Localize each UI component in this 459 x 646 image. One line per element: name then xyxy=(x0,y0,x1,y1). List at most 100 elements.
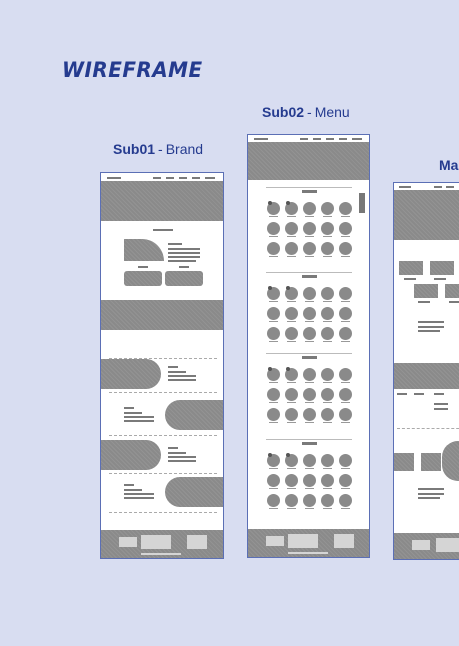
menu-item-image-placeholder[interactable] xyxy=(339,327,352,340)
menu-item-image-placeholder[interactable] xyxy=(267,494,280,507)
menu-item-image-placeholder[interactable] xyxy=(303,408,316,421)
text-placeholder xyxy=(124,412,142,414)
menu-item-image-placeholder[interactable] xyxy=(267,222,280,235)
text-placeholder xyxy=(168,456,196,458)
menu-item-image-placeholder[interactable] xyxy=(285,222,298,235)
text-placeholder xyxy=(414,393,424,395)
thumb-placeholder xyxy=(414,284,438,298)
menu-item-image-placeholder[interactable] xyxy=(339,368,352,381)
footer-copyright-placeholder xyxy=(141,553,181,555)
footer-info-placeholder xyxy=(288,534,318,548)
menu-item-label-placeholder xyxy=(305,422,314,423)
menu-item-image-placeholder[interactable] xyxy=(321,494,334,507)
menu-item-image-placeholder[interactable] xyxy=(321,388,334,401)
menu-item-image-placeholder[interactable] xyxy=(303,287,316,300)
menu-item-image-placeholder[interactable] xyxy=(303,242,316,255)
menu-item-image-placeholder[interactable] xyxy=(303,327,316,340)
menu-item-image-placeholder[interactable] xyxy=(285,388,298,401)
wireframe-main-page[interactable] xyxy=(393,182,459,560)
section-divider xyxy=(266,272,352,273)
text-placeholder xyxy=(168,371,186,373)
menu-item-label-placeholder xyxy=(305,216,314,217)
menu-item-image-placeholder[interactable] xyxy=(321,307,334,320)
menu-item-image-placeholder[interactable] xyxy=(339,202,352,215)
text-placeholder xyxy=(418,488,444,490)
menu-item-image-placeholder[interactable] xyxy=(303,307,316,320)
nav-placeholder xyxy=(192,177,200,179)
card-placeholder xyxy=(124,271,162,286)
menu-item-image-placeholder[interactable] xyxy=(267,388,280,401)
menu-item-image-placeholder[interactable] xyxy=(267,327,280,340)
menu-item-label-placeholder xyxy=(323,382,332,383)
badge-dot xyxy=(286,453,290,457)
menu-item-image-placeholder[interactable] xyxy=(339,454,352,467)
menu-item-image-placeholder[interactable] xyxy=(321,202,334,215)
menu-item-image-placeholder[interactable] xyxy=(303,388,316,401)
nav-placeholder xyxy=(153,177,161,179)
menu-item-image-placeholder[interactable] xyxy=(339,222,352,235)
menu-item-image-placeholder[interactable] xyxy=(321,222,334,235)
menu-item-image-placeholder[interactable] xyxy=(339,388,352,401)
caption-name: Menu xyxy=(314,104,350,120)
menu-item-image-placeholder[interactable] xyxy=(267,408,280,421)
menu-item-image-placeholder[interactable] xyxy=(339,307,352,320)
hero-image-placeholder xyxy=(101,181,223,221)
menu-item-image-placeholder[interactable] xyxy=(303,494,316,507)
menu-item-image-placeholder[interactable] xyxy=(267,242,280,255)
thumb-placeholder xyxy=(399,261,423,275)
menu-item-image-placeholder[interactable] xyxy=(285,327,298,340)
badge-dot xyxy=(268,367,272,371)
menu-item-image-placeholder[interactable] xyxy=(321,287,334,300)
menu-item-image-placeholder[interactable] xyxy=(339,287,352,300)
badge-dot xyxy=(268,286,272,290)
menu-item-image-placeholder[interactable] xyxy=(285,474,298,487)
footer-links-placeholder xyxy=(334,534,354,548)
menu-item-image-placeholder[interactable] xyxy=(303,202,316,215)
wireframe-brand-page[interactable] xyxy=(100,172,224,559)
menu-item-image-placeholder[interactable] xyxy=(339,474,352,487)
menu-item-image-placeholder[interactable] xyxy=(303,474,316,487)
menu-item-image-placeholder[interactable] xyxy=(339,408,352,421)
menu-item-label-placeholder xyxy=(341,301,350,302)
menu-item-image-placeholder[interactable] xyxy=(267,474,280,487)
caption-main: Ma xyxy=(439,157,458,173)
text-placeholder xyxy=(168,252,200,254)
menu-item-image-placeholder[interactable] xyxy=(339,494,352,507)
menu-item-label-placeholder xyxy=(287,508,296,509)
caption-sub01: Sub01- Brand xyxy=(113,141,203,157)
menu-item-image-placeholder[interactable] xyxy=(267,307,280,320)
menu-item-image-placeholder[interactable] xyxy=(321,327,334,340)
label-placeholder xyxy=(418,301,430,303)
menu-item-label-placeholder xyxy=(305,321,314,322)
menu-item-image-placeholder[interactable] xyxy=(285,408,298,421)
text-placeholder xyxy=(168,248,200,250)
menu-item-image-placeholder[interactable] xyxy=(303,368,316,381)
menu-item-image-placeholder[interactable] xyxy=(339,242,352,255)
divider xyxy=(109,473,217,474)
text-placeholder xyxy=(168,243,182,245)
menu-item-label-placeholder xyxy=(269,382,278,383)
menu-item-image-placeholder[interactable] xyxy=(321,454,334,467)
text-placeholder xyxy=(434,393,444,395)
menu-item-image-placeholder[interactable] xyxy=(285,307,298,320)
divider xyxy=(109,392,217,393)
menu-item-label-placeholder xyxy=(305,301,314,302)
wireframe-menu-page[interactable] xyxy=(247,134,370,558)
menu-item-image-placeholder[interactable] xyxy=(285,242,298,255)
footer-info-placeholder xyxy=(141,535,171,549)
menu-item-label-placeholder xyxy=(269,422,278,423)
text-placeholder xyxy=(168,256,200,258)
menu-item-image-placeholder[interactable] xyxy=(321,474,334,487)
menu-item-label-placeholder xyxy=(287,301,296,302)
menu-item-image-placeholder[interactable] xyxy=(303,222,316,235)
menu-item-label-placeholder xyxy=(341,488,350,489)
section-divider xyxy=(266,187,352,188)
menu-item-image-placeholder[interactable] xyxy=(321,368,334,381)
divider xyxy=(109,512,217,513)
menu-item-image-placeholder[interactable] xyxy=(303,454,316,467)
nav-placeholder xyxy=(339,138,347,140)
menu-item-label-placeholder xyxy=(305,382,314,383)
menu-item-image-placeholder[interactable] xyxy=(321,408,334,421)
menu-item-image-placeholder[interactable] xyxy=(285,494,298,507)
menu-item-image-placeholder[interactable] xyxy=(321,242,334,255)
